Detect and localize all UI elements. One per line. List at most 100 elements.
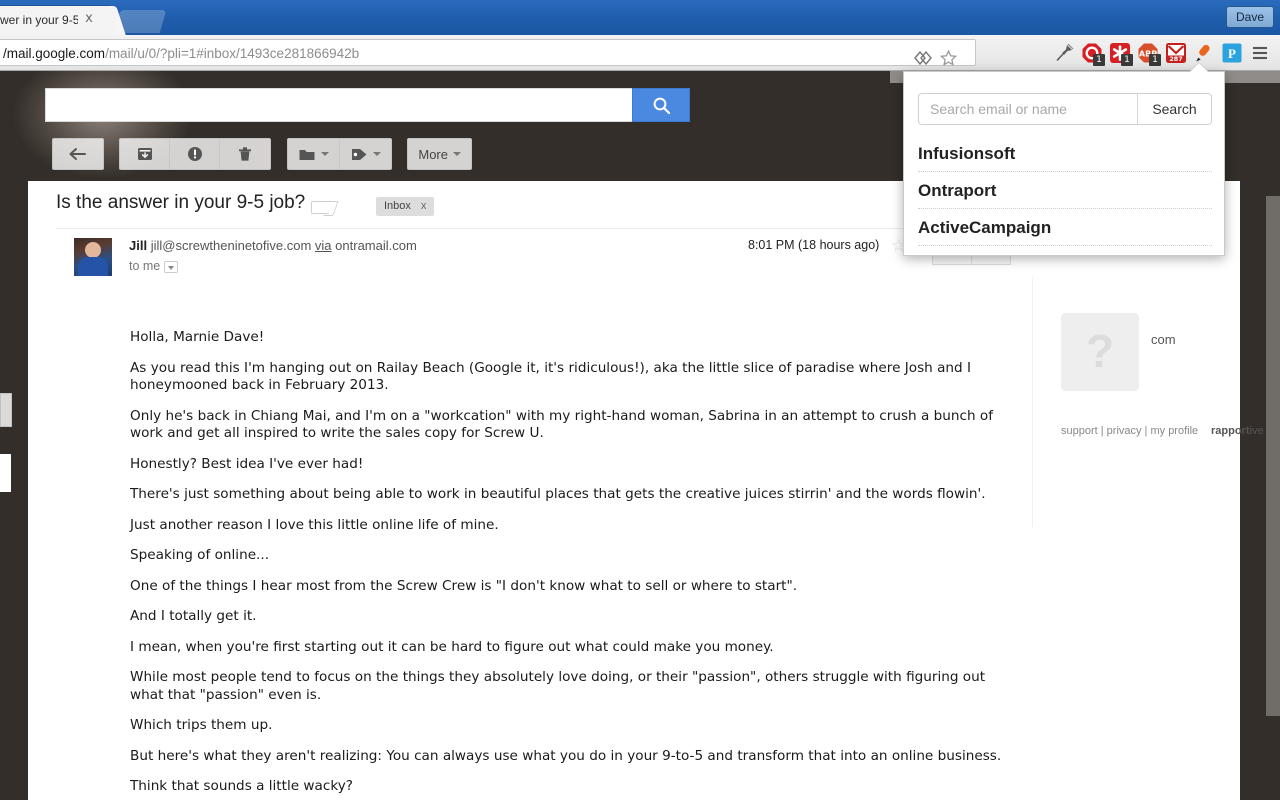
- body-paragraph: And I totally get it.: [130, 608, 257, 624]
- labels-caret-icon[interactable]: [372, 152, 381, 156]
- delete-button[interactable]: [220, 139, 270, 169]
- recipient-details-caret-icon[interactable]: [164, 260, 179, 273]
- body-paragraph: Holla, Marnie Dave!: [130, 329, 265, 345]
- body-paragraph: There's just something about being able …: [130, 486, 986, 502]
- url-path: /mail/u/0/?pli=1#inbox/1493ce281866942b: [105, 46, 360, 61]
- more-caret-icon[interactable]: [452, 152, 461, 156]
- page-scrollbar[interactable]: [1266, 196, 1280, 716]
- remove-label-icon[interactable]: x: [421, 200, 427, 212]
- asterisk-badge: 1: [1121, 54, 1133, 66]
- chrome-profile-button[interactable]: Dave: [1225, 6, 1274, 28]
- pocket-extension-icon[interactable]: P: [1218, 38, 1246, 68]
- popup-item-ontraport[interactable]: Ontraport: [918, 172, 1212, 209]
- sender-avatar: [74, 238, 112, 276]
- extension-icons: 1 1 ABP 1 287 P: [1050, 35, 1280, 71]
- folder-icon: [299, 149, 315, 160]
- popup-item-infusionsoft[interactable]: Infusionsoft: [918, 135, 1212, 172]
- url-text: /mail.google.com/mail/u/0/?pli=1#inbox/1…: [3, 44, 359, 63]
- spam-icon: [187, 147, 202, 161]
- gmail-search-box[interactable]: [45, 88, 690, 122]
- gmail-action-toolbar: More: [52, 138, 483, 170]
- move-label-group: [286, 138, 392, 170]
- left-panel-fragment-2: [0, 454, 11, 492]
- sender-line: Jill jill@screwtheninetofive.com via ont…: [129, 238, 417, 253]
- body-paragraph: Just another reason I love this little o…: [130, 516, 499, 533]
- archive-spam-delete-group: [119, 138, 272, 170]
- popup-search-row: Search: [918, 93, 1212, 125]
- asterisk-extension-icon[interactable]: 1: [1106, 38, 1134, 68]
- rapportive-domain-text: com: [1151, 332, 1176, 347]
- tab-close-icon[interactable]: x: [82, 12, 96, 26]
- popup-search-input[interactable]: [919, 94, 1137, 124]
- body-paragraph: Honestly? Best idea I've ever had!: [130, 455, 364, 472]
- mail-reading-pane: Is the answer in your 9-5 job? Inbox x Ji…: [28, 181, 1264, 800]
- recipient-text: to me: [129, 259, 161, 273]
- rapportive-sidebar: com support | privacy | my profile rappo…: [1032, 277, 1264, 527]
- labels-button[interactable]: [340, 139, 391, 169]
- new-tab-button[interactable]: [113, 10, 167, 33]
- body-paragraph: One of the things I hear most from the S…: [130, 577, 798, 594]
- ghostery-extension-icon[interactable]: 1: [1078, 38, 1106, 68]
- message-timestamp: 8:01 PM (18 hours ago): [748, 238, 880, 252]
- adblock-plus-extension-icon[interactable]: ABP 1: [1134, 38, 1162, 68]
- body-paragraph: I mean, when you're first starting out i…: [130, 638, 774, 655]
- popup-item-activecampaign[interactable]: ActiveCampaign: [918, 209, 1212, 246]
- rapportive-brand: rapportive: [1211, 425, 1264, 437]
- inbox-label-chip[interactable]: Inbox x: [376, 197, 435, 216]
- body-paragraph: Only he's back in Chiang Mai, and I'm on…: [130, 407, 994, 442]
- via-domain: ontramail.com: [335, 238, 417, 253]
- bookmark-star-icon[interactable]: [936, 46, 961, 70]
- back-group: [52, 138, 104, 170]
- search-button[interactable]: [632, 88, 690, 122]
- move-to-caret-icon[interactable]: [320, 152, 329, 156]
- gmail-checker-extension-icon[interactable]: 287: [1162, 38, 1190, 68]
- trash-icon: [239, 147, 252, 161]
- sender-email: jill@screwtheninetofive.com: [150, 238, 312, 253]
- sender-name: Jill: [129, 238, 148, 253]
- ghostery-badge: 1: [1093, 54, 1105, 66]
- rapportive-placeholder-avatar: [1061, 313, 1139, 391]
- message-body: Holla, Marnie Dave! As you read this I'm…: [130, 329, 1010, 800]
- left-panel-fragment: [0, 393, 12, 427]
- pin-extension-icon[interactable]: [1050, 38, 1078, 68]
- page-title: Is the answer in your 9-5 job?: [56, 192, 306, 213]
- archive-button[interactable]: [120, 139, 171, 169]
- browser-tab[interactable]: wer in your 9-5 jo x: [0, 6, 112, 35]
- popup-service-list: Infusionsoft Ontraport ActiveCampaign: [918, 135, 1212, 246]
- tab-title: wer in your 9-5 jo: [0, 13, 78, 27]
- more-button[interactable]: More: [408, 139, 471, 169]
- move-to-button[interactable]: [288, 139, 340, 169]
- label-outline-icon[interactable]: [311, 201, 329, 214]
- chrome-menu-icon[interactable]: [1246, 38, 1274, 68]
- browser-toolbar: /mail.google.com/mail/u/0/?pli=1#inbox/1…: [0, 35, 1280, 71]
- svg-text:P: P: [1228, 46, 1236, 61]
- extension-popup: Search Infusionsoft Ontraport ActiveCamp…: [903, 71, 1225, 256]
- adblock-badge: 1: [1149, 54, 1161, 66]
- url-domain: /mail.google.com: [3, 46, 106, 61]
- search-input[interactable]: [54, 89, 649, 121]
- rapportive-links[interactable]: support | privacy | my profile: [1061, 425, 1198, 437]
- report-spam-button[interactable]: [170, 139, 221, 169]
- recipient-line[interactable]: to me: [129, 259, 179, 273]
- address-bar[interactable]: /mail.google.com/mail/u/0/?pli=1#inbox/1…: [0, 39, 976, 66]
- body-paragraph: While most people tend to focus on the t…: [130, 669, 986, 703]
- more-label: More: [418, 146, 448, 162]
- page-actions-icon[interactable]: [911, 46, 936, 70]
- body-paragraph: Speaking of online...: [130, 547, 270, 563]
- back-arrow-icon: [69, 148, 86, 160]
- body-paragraph: But here's what they aren't realizing: Y…: [130, 747, 1002, 764]
- inbox-label-text: Inbox: [384, 200, 411, 212]
- search-icon: [653, 97, 670, 114]
- body-paragraph: As you read this I'm hanging out on Rail…: [130, 359, 972, 394]
- tab-strip: wer in your 9-5 jo x: [0, 6, 1280, 35]
- gmail-count: 287: [1169, 55, 1182, 63]
- popup-search-button[interactable]: Search: [1137, 94, 1211, 124]
- archive-icon: [137, 148, 152, 160]
- body-paragraph: Think that sounds a little wacky?: [130, 778, 353, 794]
- popup-arrow: [1190, 63, 1208, 72]
- omnibox-icons: [911, 46, 961, 70]
- body-paragraph: Which trips them up.: [130, 717, 273, 733]
- via-word: via: [314, 238, 332, 253]
- more-group: More: [407, 138, 472, 170]
- back-to-inbox-button[interactable]: [53, 139, 103, 169]
